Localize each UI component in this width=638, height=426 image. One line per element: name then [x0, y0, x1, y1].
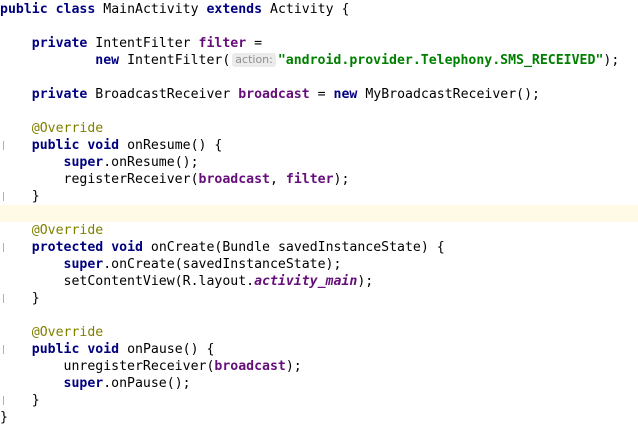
- keyword: private: [31, 87, 88, 102]
- keyword: new: [333, 87, 358, 102]
- keyword: super: [63, 376, 104, 391]
- fold-marker-icon[interactable]: [3, 396, 4, 405]
- keyword: public: [0, 2, 48, 17]
- code-line-24[interactable]: }: [0, 392, 638, 409]
- method-call: .onPause();: [103, 376, 191, 391]
- method-call: setContentView(R.layout.: [63, 274, 255, 289]
- annotation: @Override: [31, 121, 104, 136]
- constructor-call: MyBroadcastReceiver();: [365, 87, 540, 102]
- code-line-12[interactable]: }: [0, 188, 638, 205]
- code-line-25[interactable]: }: [0, 409, 638, 426]
- field-name: broadcast: [214, 359, 286, 374]
- annotation: @Override: [31, 223, 104, 238]
- code-line-11[interactable]: registerReceiver(broadcast, filter);: [0, 171, 638, 188]
- keyword: new: [95, 53, 120, 68]
- punctuation: ,: [269, 172, 286, 187]
- fold-marker-icon[interactable]: [3, 243, 4, 252]
- method-signature: onPause() {: [127, 342, 215, 357]
- operator: =: [309, 87, 334, 102]
- closing-brace: }: [0, 410, 8, 425]
- fold-marker-icon[interactable]: [3, 141, 4, 150]
- code-line-8[interactable]: @Override: [0, 120, 638, 137]
- code-line-15[interactable]: protected void onCreate(Bundle savedInst…: [0, 239, 638, 256]
- code-line-1[interactable]: public class MainActivity extends Activi…: [0, 1, 638, 18]
- code-line-3[interactable]: private IntentFilter filter =: [0, 35, 638, 52]
- method-signature: onResume() {: [127, 138, 223, 153]
- keyword: extends: [206, 2, 263, 17]
- fold-marker-icon[interactable]: [3, 294, 4, 303]
- keyword: private: [31, 36, 88, 51]
- keyword: public: [31, 342, 80, 357]
- parameter-hint: action:: [232, 53, 276, 67]
- code-line-21[interactable]: public void onPause() {: [0, 341, 638, 358]
- code-line-20[interactable]: @Override: [0, 324, 638, 341]
- code-line-9[interactable]: public void onResume() {: [0, 137, 638, 154]
- punctuation: );: [603, 53, 620, 68]
- keyword: void: [87, 138, 120, 153]
- field-name: filter: [198, 36, 247, 51]
- punctuation: );: [333, 172, 350, 187]
- code-line-23[interactable]: super.onPause();: [0, 375, 638, 392]
- operator: =: [246, 36, 263, 51]
- keyword: super: [63, 155, 104, 170]
- closing-brace: }: [31, 189, 40, 204]
- field-name: broadcast: [238, 87, 310, 102]
- keyword: public: [31, 138, 80, 153]
- code-editor[interactable]: public class MainActivity extends Activi…: [0, 0, 638, 426]
- static-field: activity_main: [254, 274, 358, 289]
- punctuation: );: [357, 274, 374, 289]
- code-line-4[interactable]: new IntentFilter(action: "android.provide…: [0, 52, 638, 69]
- code-line-17[interactable]: setContentView(R.layout.activity_main);: [0, 273, 638, 290]
- method-call: registerReceiver(: [63, 172, 199, 187]
- keyword: protected: [31, 240, 104, 255]
- field-name: broadcast: [198, 172, 270, 187]
- field-name: filter: [285, 172, 334, 187]
- punctuation: );: [285, 359, 302, 374]
- code-line-14[interactable]: @Override: [0, 222, 638, 239]
- keyword: void: [87, 342, 120, 357]
- code-line-13-current[interactable]: [0, 205, 638, 222]
- code-line-18[interactable]: }: [0, 290, 638, 307]
- constructor-call: IntentFilter(: [127, 53, 231, 68]
- closing-brace: }: [31, 291, 40, 306]
- method-call: .onResume();: [103, 155, 199, 170]
- type-name: IntentFilter: [95, 36, 191, 51]
- fold-marker-icon[interactable]: [3, 345, 4, 354]
- parent-class: Activity {: [270, 2, 350, 17]
- fold-marker-icon[interactable]: [3, 192, 4, 201]
- keyword: void: [111, 240, 143, 255]
- string-literal: "android.provider.Telephony.SMS_RECEIVED…: [277, 53, 604, 68]
- closing-brace: }: [31, 393, 40, 408]
- method-signature: onCreate(Bundle savedInstanceState) {: [150, 240, 445, 255]
- type-name: BroadcastReceiver: [95, 87, 231, 102]
- annotation: @Override: [31, 325, 104, 340]
- class-name: MainActivity: [103, 2, 199, 17]
- method-call: .onCreate(savedInstanceState);: [103, 257, 342, 272]
- code-line-16[interactable]: super.onCreate(savedInstanceState);: [0, 256, 638, 273]
- code-line-22[interactable]: unregisterReceiver(broadcast);: [0, 358, 638, 375]
- method-call: unregisterReceiver(: [63, 359, 215, 374]
- code-line-6[interactable]: private BroadcastReceiver broadcast = ne…: [0, 86, 638, 103]
- code-line-10[interactable]: super.onResume();: [0, 154, 638, 171]
- keyword: super: [63, 257, 104, 272]
- keyword: class: [55, 2, 96, 17]
